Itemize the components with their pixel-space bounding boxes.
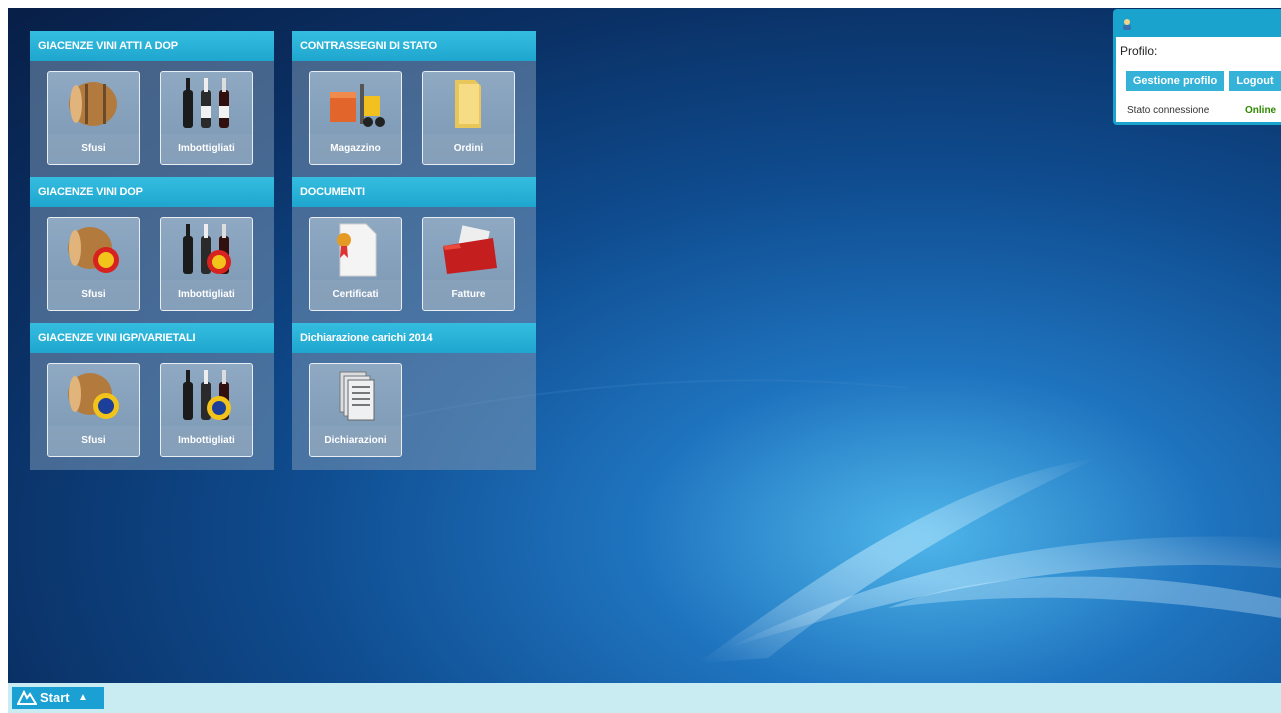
barrel-icon — [69, 82, 117, 126]
section-header-dichiarazione: Dichiarazione carichi 2014 — [292, 323, 536, 353]
tile-label: Sfusi — [48, 426, 139, 456]
start-label: Start — [40, 690, 70, 705]
user-icon — [1123, 19, 1131, 30]
taskbar: Start ▲ — [8, 683, 1281, 713]
profile-body: Profilo: Gestione profilo Logout Stato c… — [1116, 37, 1281, 122]
tile-label: Fatture — [423, 280, 514, 310]
tile-fatture[interactable]: Fatture — [422, 217, 515, 311]
tile-imbottigliati-dop[interactable]: Imbottigliati — [160, 217, 253, 311]
tile-sfusi-atti-dop[interactable]: Sfusi — [47, 71, 140, 165]
profile-label: Profilo: — [1120, 44, 1158, 58]
bottles-icon — [183, 78, 229, 128]
tile-label: Sfusi — [48, 280, 139, 310]
tile-magazzino[interactable]: Magazzino — [309, 71, 402, 165]
tile-label: Imbottigliati — [161, 134, 252, 164]
section-header-giacenze-dop: GIACENZE VINI DOP — [30, 177, 274, 207]
connection-label: Stato connessione — [1127, 105, 1210, 116]
tile-label: Ordini — [423, 134, 514, 164]
barrel-dop-seal-icon — [68, 227, 119, 273]
connection-status: Online — [1245, 105, 1277, 116]
forklift-icon — [330, 84, 385, 127]
bottles-igp-seal-icon — [183, 370, 231, 420]
panel-right: CONTRASSEGNI DI STATO Magazzino Ordini D… — [292, 31, 536, 470]
tile-label: Imbottigliati — [161, 280, 252, 310]
tile-dichiarazioni[interactable]: Dichiarazioni — [309, 363, 402, 457]
folder-icon — [455, 80, 481, 128]
tile-imbottigliati-atti-dop[interactable]: Imbottigliati — [160, 71, 253, 165]
start-button[interactable]: Start ▲ — [12, 687, 104, 709]
profile-widget: Profilo: Gestione profilo Logout Stato c… — [1113, 9, 1281, 125]
tile-certificati[interactable]: Certificati — [309, 217, 402, 311]
tile-sfusi-dop[interactable]: Sfusi — [47, 217, 140, 311]
invoice-folder-icon — [443, 225, 497, 274]
panel-left: GIACENZE VINI ATTI A DOP Sfusi Imbottigl… — [30, 31, 274, 470]
start-logo-icon — [17, 690, 37, 705]
section-header-giacenze-atti-dop: GIACENZE VINI ATTI A DOP — [30, 31, 274, 61]
tile-label: Magazzino — [310, 134, 401, 164]
certificate-icon — [337, 223, 377, 277]
desktop: GIACENZE VINI ATTI A DOP Sfusi Imbottigl… — [8, 8, 1281, 683]
caret-up-icon: ▲ — [78, 692, 88, 703]
section-header-documenti: DOCUMENTI — [292, 177, 536, 207]
section-header-contrassegni: CONTRASSEGNI DI STATO — [292, 31, 536, 61]
tile-label: Dichiarazioni — [310, 426, 401, 456]
tile-sfusi-igp[interactable]: Sfusi — [47, 363, 140, 457]
bottles-dop-seal-icon — [183, 224, 231, 274]
tile-ordini[interactable]: Ordini — [422, 71, 515, 165]
barrel-igp-seal-icon — [68, 373, 119, 419]
section-header-giacenze-igp: GIACENZE VINI IGP/VARIETALI — [30, 323, 274, 353]
documents-stack-icon — [339, 371, 375, 421]
tile-imbottigliati-igp[interactable]: Imbottigliati — [160, 363, 253, 457]
gestione-profilo-button[interactable]: Gestione profilo — [1126, 71, 1224, 91]
logout-button[interactable]: Logout — [1229, 71, 1281, 91]
tile-label: Imbottigliati — [161, 426, 252, 456]
tile-label: Sfusi — [48, 134, 139, 164]
tile-label: Certificati — [310, 280, 401, 310]
